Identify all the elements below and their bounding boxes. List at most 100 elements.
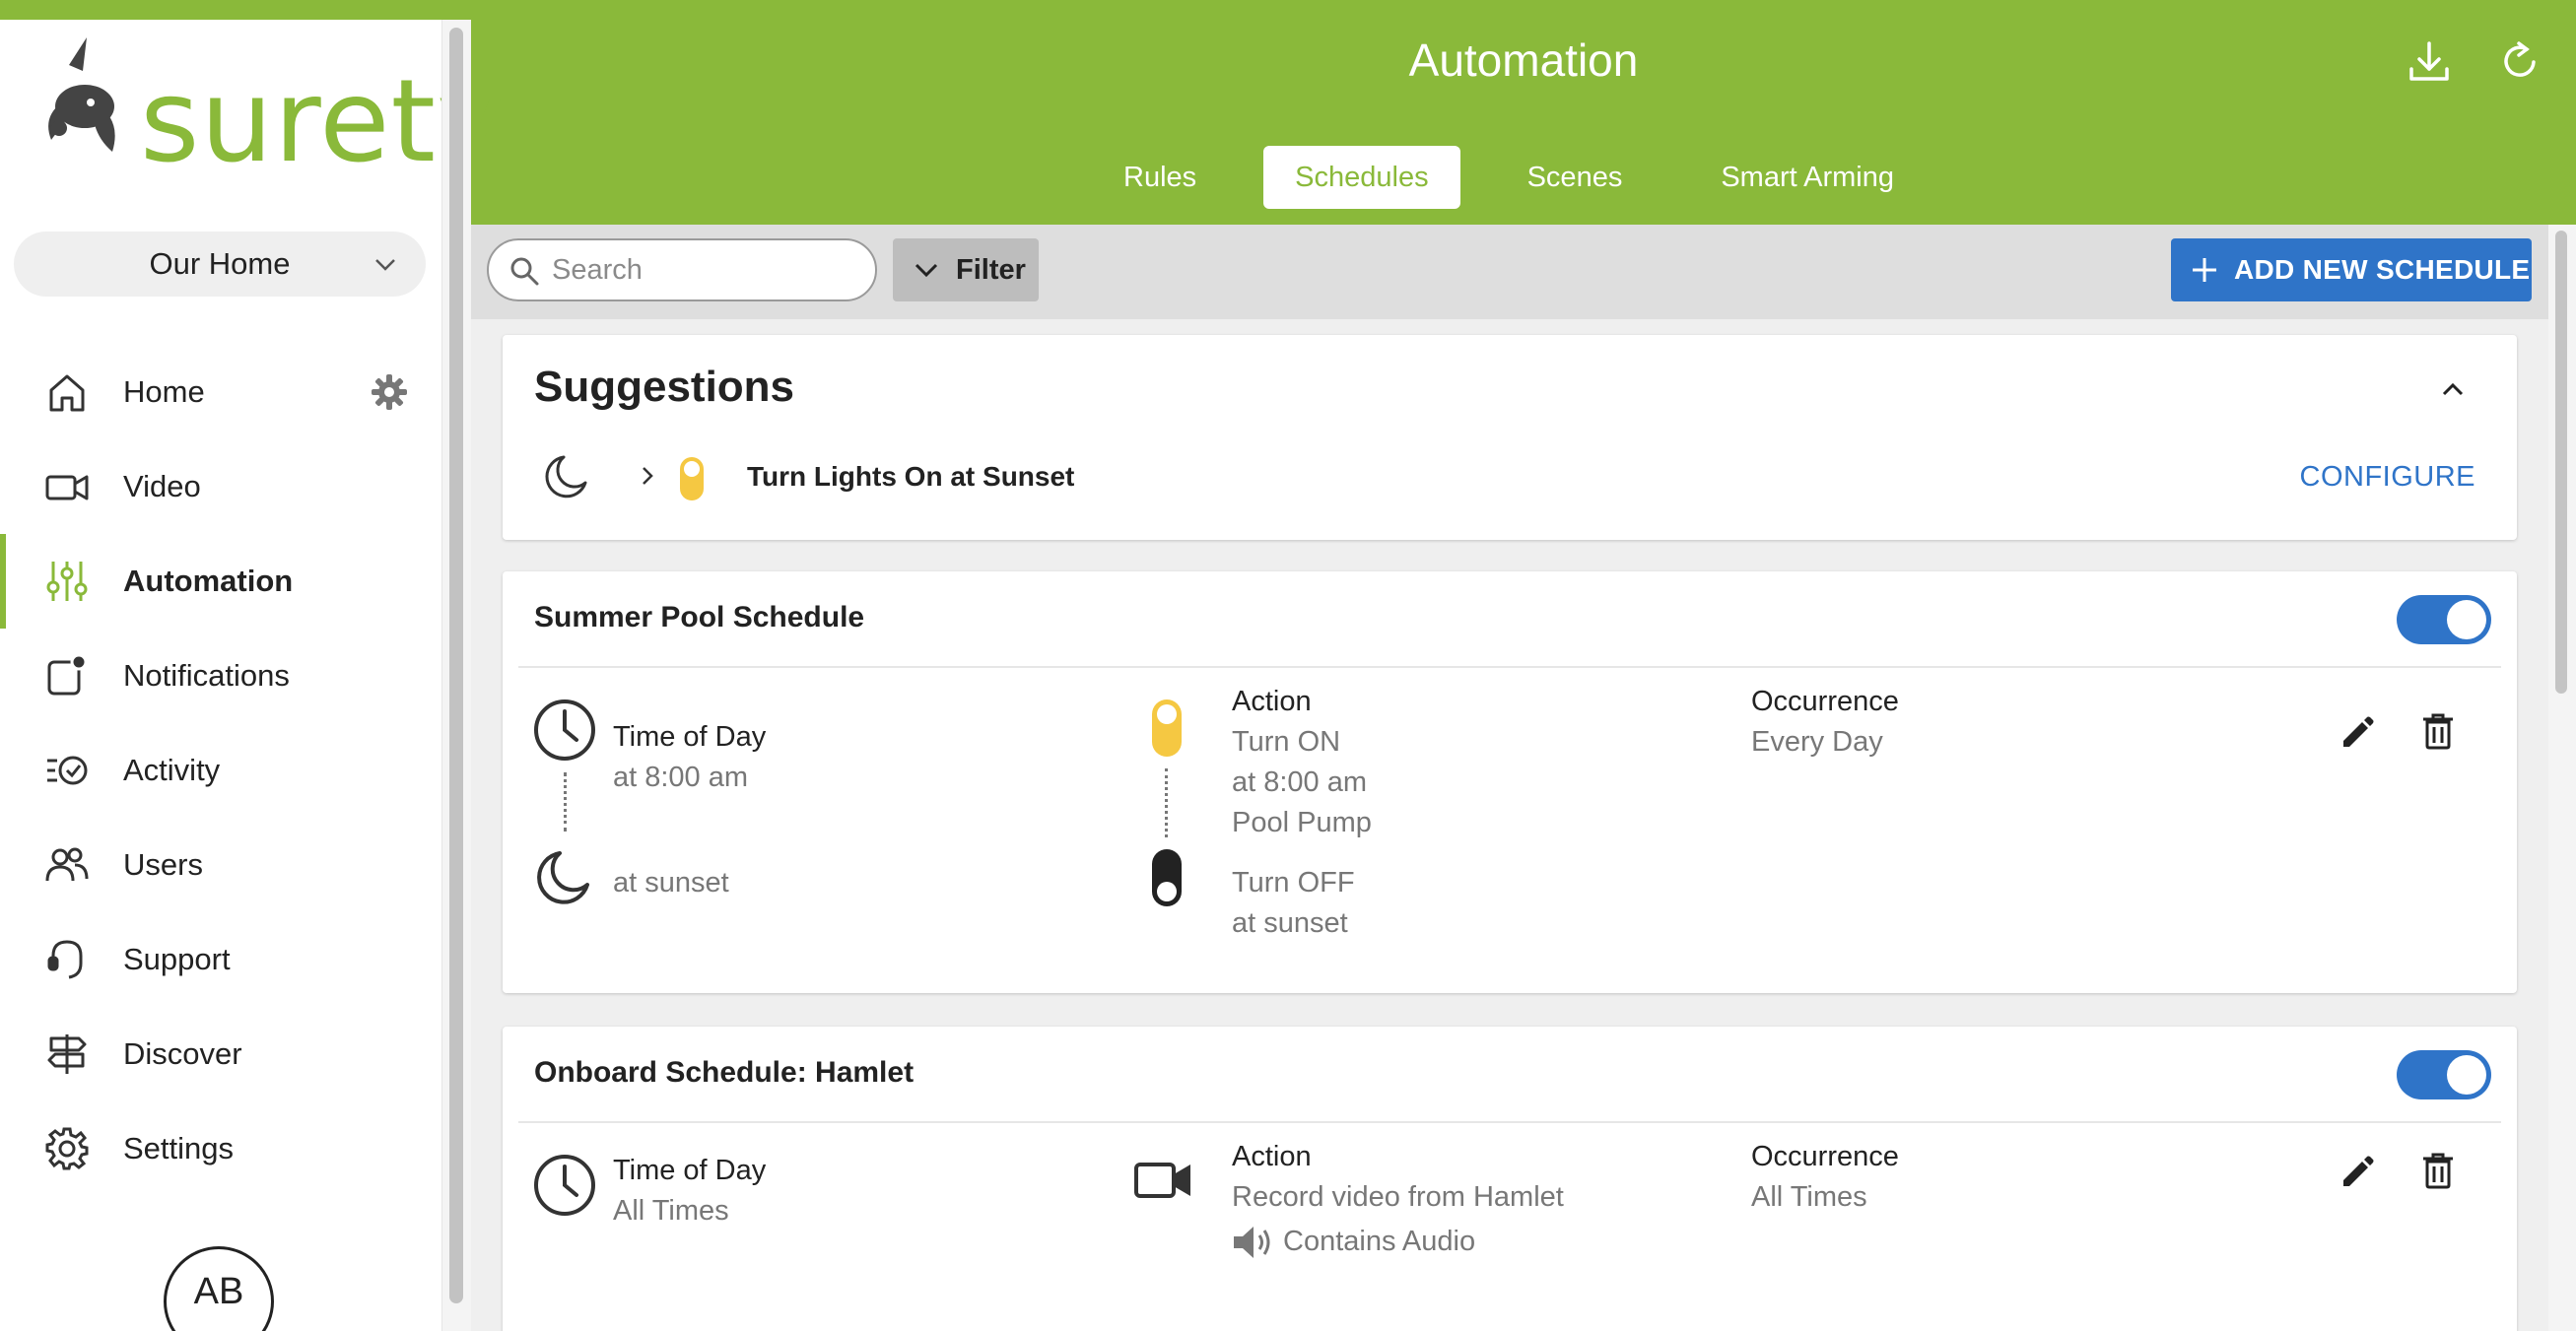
download-icon[interactable] [2407, 39, 2452, 85]
avatar-initials: AB [193, 1270, 244, 1312]
sidebar-item-label: Video [123, 469, 201, 503]
sidebar-scrollbar[interactable] [441, 20, 471, 1331]
occurrence-label: Occurrence [1751, 686, 1899, 717]
action-on: Turn ON [1232, 726, 1341, 758]
main-scroll-thumb[interactable] [2555, 231, 2567, 694]
sidebar-item-home[interactable]: Home [0, 345, 441, 439]
action-on-time: at 8:00 am [1232, 766, 1368, 798]
delete-trash-icon[interactable] [2418, 1151, 2458, 1190]
schedule-card: Onboard Schedule: Hamlet Time of Day All… [503, 1027, 2517, 1331]
add-new-schedule-label: ADD NEW SCHEDULE [2234, 254, 2531, 285]
sidebar-item-users[interactable]: Users [0, 818, 441, 912]
plus-icon [2193, 258, 2216, 282]
divider [518, 666, 2501, 668]
tab-smart-arming[interactable]: Smart Arming [1689, 146, 1926, 209]
surety-logo: surety [39, 37, 505, 185]
sidebar-item-label: Settings [123, 1131, 235, 1165]
chevron-down-icon [375, 259, 395, 271]
divider [518, 1121, 2501, 1123]
sidebar-item-video[interactable]: Video [0, 439, 441, 534]
main-content: Filter ADD NEW SCHEDULE Suggestions Turn… [471, 225, 2576, 1331]
switch-on-icon [1152, 699, 1182, 757]
search-input[interactable] [552, 253, 847, 287]
trigger-time: at 8:00 am [613, 762, 749, 793]
chevron-right-icon [643, 467, 653, 485]
tab-rules[interactable]: Rules [1092, 146, 1228, 209]
toolbar: Filter ADD NEW SCHEDULE [471, 225, 2548, 319]
sidebar: surety Our Home Home Video Automation No… [0, 20, 505, 1331]
moon-icon [545, 455, 587, 499]
action-label: Action [1232, 686, 1312, 717]
clock-icon [534, 699, 595, 761]
sidebar-item-discover[interactable]: Discover [0, 1007, 441, 1101]
refresh-icon[interactable] [2497, 39, 2542, 85]
search-icon [510, 257, 539, 286]
moon-icon [537, 851, 589, 904]
logo-mascot-icon [48, 37, 115, 152]
schedule-enabled-toggle[interactable] [2397, 1050, 2491, 1099]
filter-button[interactable]: Filter [893, 238, 1039, 301]
configure-button[interactable]: CONFIGURE [2300, 461, 2476, 494]
filter-label: Filter [956, 253, 1026, 286]
sidebar-scroll-thumb[interactable] [449, 28, 463, 1303]
sidebar-item-activity[interactable]: Activity [0, 723, 441, 818]
add-new-schedule-button[interactable]: ADD NEW SCHEDULE [2171, 238, 2532, 301]
schedule-title: Summer Pool Schedule [534, 601, 865, 633]
switch-on-icon [680, 457, 704, 500]
occurrence-value: All Times [1751, 1181, 1867, 1213]
sidebar-item-automation[interactable]: Automation [0, 534, 441, 629]
main-scrollbar[interactable] [2548, 225, 2576, 1331]
occurrence-value: Every Day [1751, 726, 1883, 758]
video-camera-icon [1134, 1163, 1190, 1198]
sliders-icon [46, 562, 88, 601]
tab-scenes[interactable]: Scenes [1496, 146, 1655, 209]
occurrence-label: Occurrence [1751, 1141, 1899, 1172]
activity-icon [47, 756, 88, 785]
speaker-icon [1234, 1227, 1270, 1258]
sidebar-item-label: Support [123, 942, 231, 976]
suggestion-item-label: Turn Lights On at Sunset [747, 461, 1075, 492]
edit-pencil-icon[interactable] [2338, 1151, 2377, 1190]
action-connector [1165, 768, 1168, 837]
sidebar-item-label: Users [123, 847, 203, 882]
sidebar-item-label: Automation [123, 564, 294, 598]
suggestions-card: Suggestions Turn Lights On at Sunset CON… [503, 335, 2517, 540]
video-camera-icon [45, 475, 89, 500]
signpost-icon [47, 1034, 87, 1074]
headset-icon [47, 940, 83, 979]
action-label: Action [1232, 1141, 1312, 1172]
action-value: Record video from Hamlet [1232, 1181, 1564, 1213]
chevron-down-icon [915, 263, 938, 278]
home-icon [49, 374, 85, 412]
home-settings-gear-icon[interactable] [370, 372, 409, 412]
action-audio: Contains Audio [1283, 1226, 1476, 1257]
sidebar-item-notifications[interactable]: Notifications [0, 629, 441, 723]
trigger-label: Time of Day [613, 1155, 767, 1186]
sidebar-item-settings[interactable]: Settings [0, 1101, 441, 1196]
timeline-connector [564, 772, 567, 832]
user-avatar[interactable]: AB [164, 1246, 274, 1331]
sidebar-item-support[interactable]: Support [0, 912, 441, 1007]
clock-icon [534, 1155, 595, 1216]
switch-off-icon [1152, 849, 1182, 906]
sidebar-item-label: Home [123, 374, 205, 409]
action-off-time: at sunset [1232, 907, 1348, 939]
search-field[interactable] [487, 238, 877, 301]
chevron-up-icon[interactable] [2438, 374, 2468, 404]
sidebar-item-label: Notifications [123, 658, 290, 693]
toggle-knob [2447, 1055, 2486, 1095]
tab-schedules[interactable]: Schedules [1263, 146, 1460, 209]
automation-tabs: Rules Schedules Scenes Smart Arming [471, 146, 2576, 209]
gear-icon [45, 1127, 89, 1170]
location-select[interactable]: Our Home [14, 232, 426, 297]
sidebar-nav: Home Video Automation Notifications Acti… [0, 345, 441, 1196]
action-device: Pool Pump [1232, 807, 1372, 838]
action-off: Turn OFF [1232, 867, 1355, 898]
edit-pencil-icon[interactable] [2338, 711, 2377, 751]
page-title: Automation [1408, 34, 1639, 86]
delete-trash-icon[interactable] [2418, 711, 2458, 751]
suggestions-title: Suggestions [534, 363, 795, 411]
schedule-enabled-toggle[interactable] [2397, 595, 2491, 644]
trigger-label: Time of Day [613, 721, 767, 753]
location-label: Our Home [149, 246, 291, 281]
